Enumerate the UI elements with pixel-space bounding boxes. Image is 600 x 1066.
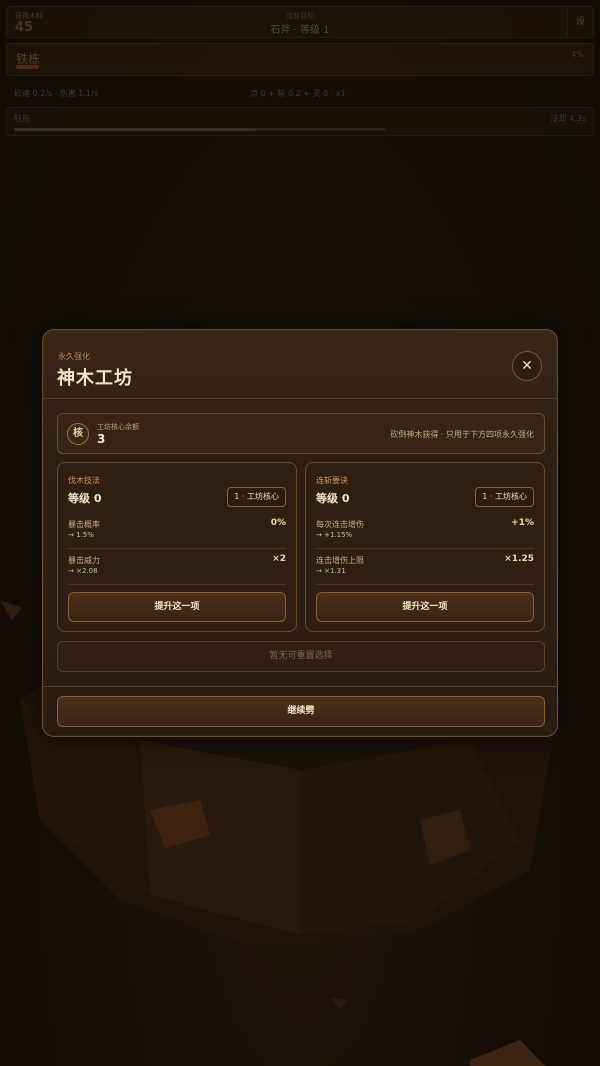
skill-cost-badge: 1 · 工坊核心 [475, 487, 534, 507]
stat-name: 暴击威力 [68, 556, 100, 565]
stat-name: 暴击概率 [68, 520, 100, 529]
workshop-modal: 永久强化 神木工坊 ✕ 核 工坊核心余额 3 砍倒神木获得 · 只用于下方四项永… [42, 329, 558, 737]
stat-row: 每次连击增伤 → +1.15% +1% [316, 515, 534, 549]
skill-cost-badge: 1 · 工坊核心 [227, 487, 286, 507]
stat-current-value: ×1.25 [504, 554, 534, 564]
skill-level: 等级 0 [316, 492, 350, 505]
stat-current-value: 0% [270, 518, 286, 528]
stat-row: 暴击威力 → ×2.08 ×2 [68, 551, 286, 585]
core-label: 工坊核心余额 [97, 423, 139, 431]
core-note: 砍倒神木获得 · 只用于下方四项永久强化 [390, 430, 534, 439]
stat-next-value: → +1.15% [316, 531, 353, 539]
modal-title: 神木工坊 [57, 368, 133, 389]
stat-current-value: ×2 [272, 554, 286, 564]
modal-subtitle: 永久强化 [58, 352, 90, 361]
stat-row: 连击增伤上限 → ×1.31 ×1.25 [316, 551, 534, 585]
footer-divider [43, 686, 557, 687]
header-divider [43, 398, 557, 399]
upgrade-button[interactable]: 提升这一项 [68, 592, 286, 622]
upgrade-button[interactable]: 提升这一项 [316, 592, 534, 622]
skill-name: 连斩要诀 [316, 476, 348, 485]
core-balance-panel: 核 工坊核心余额 3 砍倒神木获得 · 只用于下方四项永久强化 [57, 413, 545, 454]
stat-next-value: → 1.5% [68, 531, 94, 539]
skill-card-logging-technique: 伐木技法 等级 0 1 · 工坊核心 暴击概率 → 1.5% 0% 暴击威力 →… [57, 462, 297, 632]
core-icon: 核 [67, 423, 89, 445]
stat-next-value: → ×2.08 [68, 567, 98, 575]
core-count: 3 [97, 432, 106, 446]
skill-name: 伐木技法 [68, 476, 100, 485]
stat-next-value: → ×1.31 [316, 567, 346, 575]
continue-button[interactable]: 继续劈 [57, 696, 545, 727]
stat-current-value: +1% [511, 518, 534, 528]
stat-row: 暴击概率 → 1.5% 0% [68, 515, 286, 549]
skill-card-combo-secrets: 连斩要诀 等级 0 1 · 工坊核心 每次连击增伤 → +1.15% +1% 连… [305, 462, 545, 632]
stat-name: 连击增伤上限 [316, 556, 364, 565]
skill-level: 等级 0 [68, 492, 102, 505]
stat-name: 每次连击增伤 [316, 520, 364, 529]
close-icon: ✕ [521, 358, 533, 374]
reset-button[interactable]: 暂无可重置选择 [57, 641, 545, 672]
close-button[interactable]: ✕ [512, 351, 542, 381]
